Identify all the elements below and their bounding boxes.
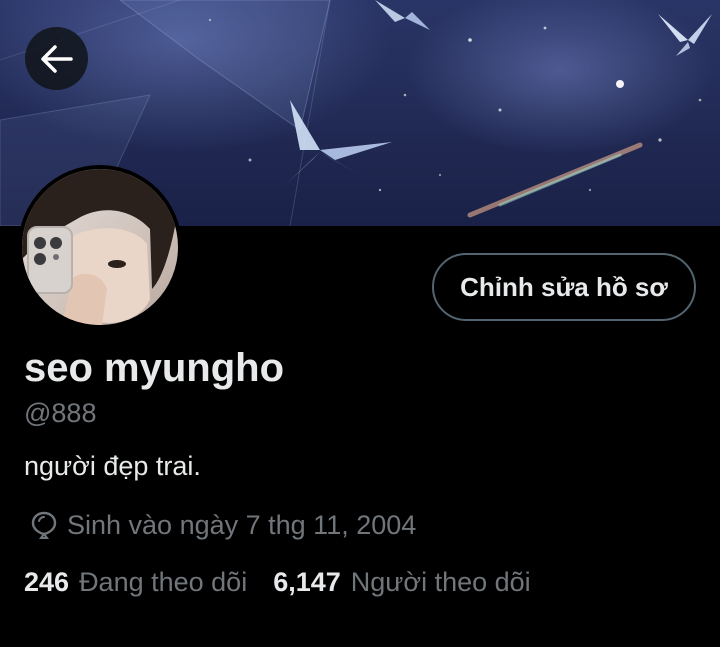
birthday-text: Sinh vào ngày 7 thg 11, 2004 <box>67 510 417 540</box>
avatar-photo <box>22 169 178 325</box>
display-name: seo myungho <box>24 346 285 390</box>
follow-stats: 246 Đang theo dõi 6,147 Người theo dõi <box>24 567 531 598</box>
balloon-icon <box>30 511 58 541</box>
avatar[interactable] <box>18 165 182 329</box>
back-button[interactable] <box>25 27 88 90</box>
user-handle: @888 <box>24 398 97 428</box>
following-label: Đang theo dõi <box>79 567 248 597</box>
bio: người đẹp trai. <box>24 451 201 481</box>
birthday-info: Sinh vào ngày 7 thg 11, 2004 <box>30 510 416 541</box>
following-link[interactable]: 246 Đang theo dõi <box>24 567 247 598</box>
followers-label: Người theo dõi <box>350 567 531 597</box>
edit-profile-button[interactable]: Chỉnh sửa hồ sơ <box>432 253 696 321</box>
following-count: 246 <box>24 567 70 597</box>
followers-link[interactable]: 6,147 Người theo dõi <box>273 567 530 598</box>
arrow-left-icon <box>40 44 73 73</box>
followers-count: 6,147 <box>273 567 341 597</box>
